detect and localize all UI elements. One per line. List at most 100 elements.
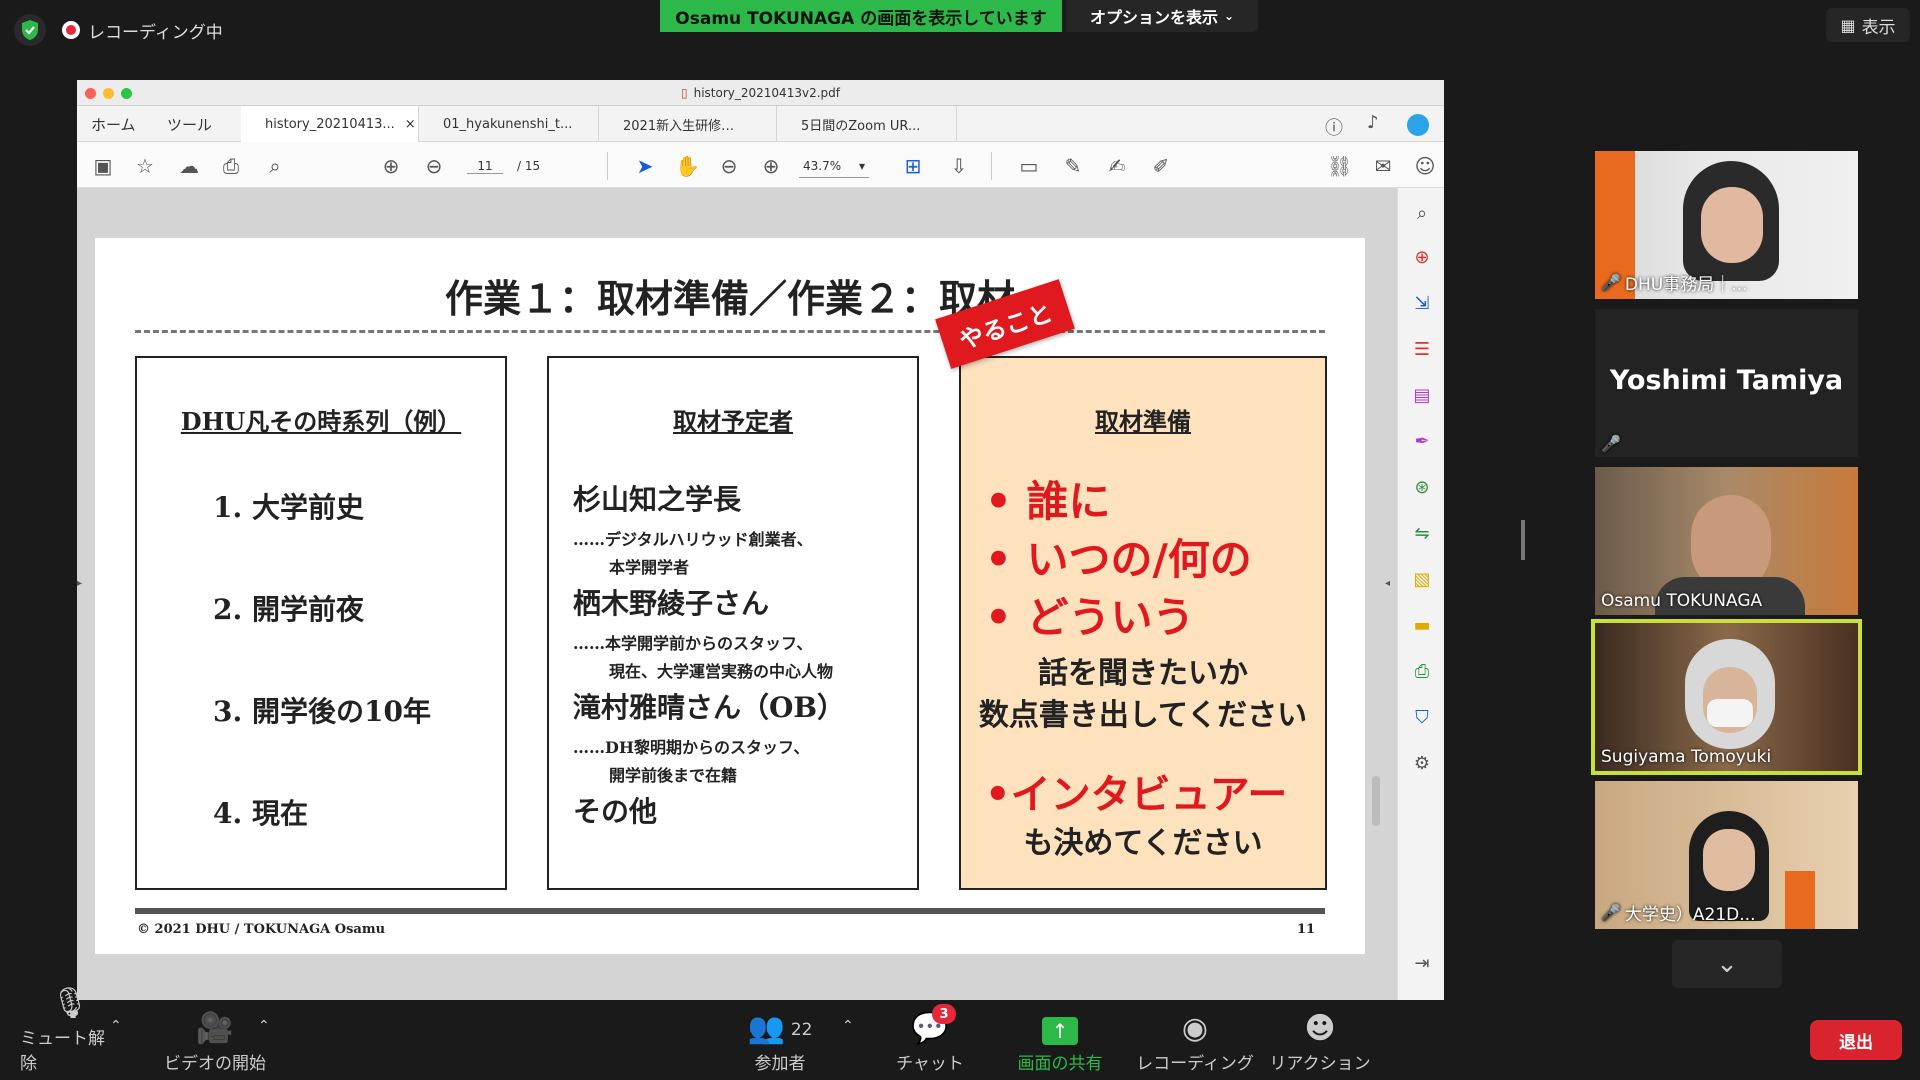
- right-panel-toggle-icon[interactable]: ◂: [1385, 578, 1390, 589]
- add-user-icon[interactable]: ☺: [1413, 154, 1437, 178]
- zoom-search-icon[interactable]: ⌕: [263, 154, 287, 178]
- page-number-input[interactable]: 11: [467, 159, 503, 174]
- prev-page-icon[interactable]: ⊕: [379, 154, 403, 178]
- pdf-slide: 作業１：取材準備／作業２：取材 DHU凡その時系列（例） 1. 大学前史 2. …: [95, 238, 1365, 954]
- zoom-in-icon[interactable]: ⊕: [759, 154, 783, 178]
- scroll-mode-icon[interactable]: ⇩: [947, 154, 971, 178]
- organize-pages-icon[interactable]: ☰: [1410, 338, 1434, 362]
- interviewees-title: 取材予定者: [673, 407, 793, 436]
- share-screen-label: 画面の共有: [1017, 1054, 1103, 1074]
- security-shield-icon[interactable]: [14, 14, 46, 46]
- page-total: / 15: [517, 159, 541, 173]
- view-button[interactable]: ▦ 表示: [1826, 8, 1910, 42]
- more-participants-button[interactable]: ⌄: [1672, 940, 1782, 988]
- participants-label: 参加者: [754, 1054, 806, 1074]
- scan-icon[interactable]: ⎙: [1410, 660, 1434, 684]
- close-window-button[interactable]: [85, 88, 96, 99]
- left-panel-toggle-icon[interactable]: ▸: [77, 578, 82, 589]
- next-page-icon[interactable]: ⊖: [422, 154, 446, 178]
- record-button[interactable]: ◉ レコーディング: [1135, 1010, 1255, 1074]
- timeline-box: DHU凡その時系列（例） 1. 大学前史 2. 開学前夜 3. 開学後の10年 …: [135, 356, 507, 890]
- mail-icon[interactable]: ✉: [1371, 154, 1395, 178]
- stamp-icon[interactable]: ✐: [1149, 154, 1173, 178]
- link-icon[interactable]: ⛓: [1327, 154, 1352, 178]
- mic-off-icon: 🎙: [50, 986, 90, 1021]
- panel-splitter[interactable]: [1521, 520, 1525, 560]
- chat-label: チャット: [896, 1054, 964, 1074]
- edit-pdf-icon[interactable]: ▤: [1410, 384, 1434, 408]
- recording-label: レコーディング中: [88, 22, 223, 43]
- acrobat-toolbar: ▣ ☆ ☁ ⎙ ⌕ ⊕ ⊖ 11 / 15 ➤ ✋ ⊖ ⊕ 43.7% ▾ ⊞ …: [77, 142, 1444, 188]
- acrobat-window: ▯ history_20210413v2.pdf ホーム ツール history…: [77, 80, 1444, 1000]
- participant-face: [1703, 829, 1755, 891]
- share-screen-icon: ↑: [1042, 1009, 1078, 1049]
- protect-icon[interactable]: ⛉: [1410, 706, 1434, 730]
- participants-options-caret[interactable]: ⌃: [842, 1018, 854, 1034]
- draw-icon[interactable]: ✍: [1105, 154, 1129, 178]
- toolbar-divider: [607, 152, 608, 180]
- unmute-button[interactable]: 🎙 ミュート解除: [20, 986, 120, 1074]
- create-pdf-icon[interactable]: ⊕: [1410, 246, 1434, 270]
- participant-tile[interactable]: Yoshimi Tamiya 🎤: [1595, 309, 1858, 457]
- vertical-scrollbar[interactable]: [1372, 776, 1380, 826]
- maximize-window-button[interactable]: [121, 88, 132, 99]
- share-screen-button[interactable]: ↑ 画面の共有: [1005, 1010, 1115, 1074]
- select-cursor-icon[interactable]: ➤: [633, 154, 657, 178]
- participant-tile[interactable]: Osamu TOKUNAGA: [1595, 467, 1858, 615]
- zoom-out-icon[interactable]: ⊖: [717, 154, 741, 178]
- hand-tool-icon[interactable]: ✋: [675, 154, 700, 178]
- participant-tile[interactable]: 🎤 大学史）A21D...: [1595, 781, 1858, 929]
- cloud-upload-icon[interactable]: ☁: [177, 154, 201, 178]
- reactions-button[interactable]: ☻ リアクション: [1265, 1010, 1375, 1074]
- chair-back: [1785, 871, 1815, 929]
- tab-zoom-url[interactable]: 5日間のZoom UR...: [777, 106, 957, 142]
- chat-button[interactable]: 💬 チャット: [880, 1010, 980, 1074]
- view-options-button[interactable]: オプションを表示 ⌄: [1066, 0, 1258, 32]
- search-icon[interactable]: ⌕: [1410, 202, 1434, 226]
- tab-close-icon[interactable]: ×: [405, 117, 416, 132]
- leave-button[interactable]: 退出: [1810, 1020, 1902, 1060]
- save-icon[interactable]: ▣: [91, 154, 115, 178]
- menu-tools[interactable]: ツール: [167, 106, 212, 142]
- send-review-icon[interactable]: ▧: [1410, 568, 1434, 592]
- comment-icon[interactable]: ▭: [1017, 154, 1041, 178]
- audio-options-caret[interactable]: ⌃: [110, 1018, 122, 1034]
- zoom-level-select[interactable]: 43.7% ▾: [799, 154, 869, 178]
- compare-icon[interactable]: ⇋: [1410, 522, 1434, 546]
- prep-text: 話を聞きたいか: [1038, 656, 1248, 691]
- menu-home[interactable]: ホーム: [91, 106, 136, 142]
- mic-muted-icon: 🎤: [1601, 903, 1621, 922]
- highlight-pen-icon[interactable]: ✎: [1061, 154, 1085, 178]
- toolbar-divider: [991, 152, 992, 180]
- interviewee-desc: 本学開学者: [609, 558, 690, 577]
- interviewee-other: その他: [573, 795, 658, 828]
- combine-files-icon[interactable]: ⊛: [1410, 476, 1434, 500]
- bell-icon[interactable]: ♪: [1367, 112, 1379, 133]
- participants-button[interactable]: 👥 22 参加者: [730, 1010, 830, 1074]
- avatar[interactable]: [1407, 114, 1429, 136]
- page-fit-icon[interactable]: ⊞: [901, 154, 925, 178]
- timeline-item: 4. 現在: [213, 797, 308, 830]
- tab-bar: ホーム ツール history_20210413... × 01_hyakune…: [77, 106, 1444, 142]
- start-video-label: ビデオの開始: [164, 1054, 266, 1074]
- prep-bullet: • いつの/何の: [985, 535, 1252, 584]
- help-icon[interactable]: ⓘ: [1325, 114, 1343, 140]
- comment-tool-icon[interactable]: ▬: [1410, 614, 1434, 638]
- tab-history[interactable]: history_20210413... ×: [241, 106, 419, 142]
- tab-hyakunenshi[interactable]: 01_hyakunenshi_t...: [419, 106, 599, 142]
- tab-kenshu[interactable]: 2021新入生研修…: [599, 106, 777, 142]
- active-speaker-tile[interactable]: Sugiyama Tomoyuki: [1591, 619, 1862, 775]
- participant-tile[interactable]: 🎤 DHU事務局｜...: [1595, 151, 1858, 299]
- star-icon[interactable]: ☆: [133, 154, 157, 178]
- collapse-panel-icon[interactable]: ⇥: [1410, 952, 1434, 976]
- share-banner: Osamu TOKUNAGA の画面を表示しています: [660, 0, 1062, 32]
- recording-indicator[interactable]: レコーディング中: [62, 14, 223, 46]
- participant-face: [1701, 187, 1763, 263]
- video-options-caret[interactable]: ⌃: [258, 1018, 270, 1034]
- fill-sign-icon[interactable]: ✒: [1410, 430, 1434, 454]
- print-icon[interactable]: ⎙: [219, 154, 243, 178]
- more-tools-icon[interactable]: ⚙: [1410, 752, 1434, 776]
- minimize-window-button[interactable]: [103, 88, 114, 99]
- chat-unread-badge: 3: [932, 1004, 956, 1024]
- export-pdf-icon[interactable]: ⇲: [1410, 292, 1434, 316]
